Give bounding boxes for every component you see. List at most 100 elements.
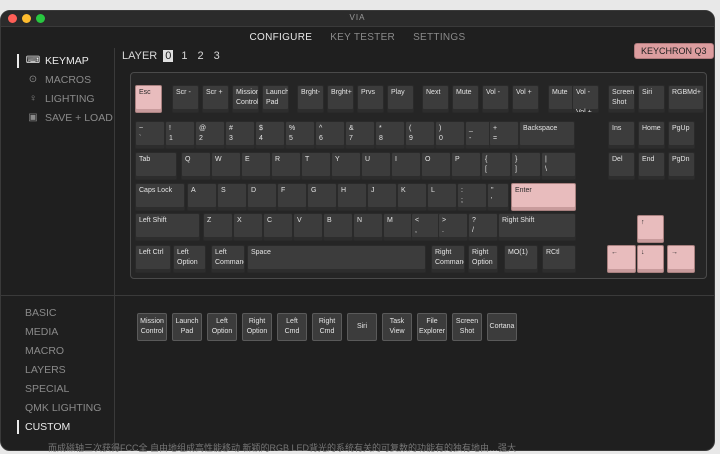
category-basic[interactable]: BASIC: [17, 303, 117, 322]
key-s[interactable]: S: [217, 183, 247, 211]
key-rctl[interactable]: RCtl: [542, 245, 576, 273]
key-scr[interactable]: Scr +: [202, 85, 229, 113]
key-l[interactable]: L: [427, 183, 457, 211]
key-vol-vol[interactable]: Vol - Vol +: [572, 85, 599, 113]
key-g[interactable]: G: [307, 183, 337, 211]
key-j[interactable]: J: [367, 183, 397, 211]
keycode-file-explorer[interactable]: File Explorer: [417, 313, 447, 341]
sidebar-item-keymap[interactable]: ⌨ KEYMAP: [17, 51, 117, 70]
tab-configure[interactable]: CONFIGURE: [250, 32, 313, 43]
category-media[interactable]: MEDIA: [17, 322, 117, 341]
key-siri[interactable]: Siri: [638, 85, 665, 113]
key-space[interactable]: Space: [247, 245, 426, 273]
keycode-siri[interactable]: Siri: [347, 313, 377, 341]
key-symbol[interactable]: →: [667, 245, 695, 273]
key-mission-control[interactable]: Mission Control: [232, 85, 259, 113]
key-8[interactable]: * 8: [375, 121, 405, 149]
key-enter[interactable]: Enter: [511, 183, 576, 211]
key-mute[interactable]: Mute: [452, 85, 479, 113]
key-caps-lock[interactable]: Caps Lock: [135, 183, 185, 211]
key-2[interactable]: @ 2: [195, 121, 225, 149]
key-symbol[interactable]: | \: [541, 152, 576, 180]
key-next[interactable]: Next: [422, 85, 449, 113]
key-scr[interactable]: Scr -: [172, 85, 199, 113]
category-custom[interactable]: CUSTOM: [17, 417, 117, 436]
key-f[interactable]: F: [277, 183, 307, 211]
key-symbol[interactable]: > .: [438, 213, 468, 241]
key-d[interactable]: D: [247, 183, 277, 211]
key-screen-shot[interactable]: Screen Shot: [608, 85, 635, 113]
keycode-cortana[interactable]: Cortana: [487, 313, 517, 341]
key-5[interactable]: % 5: [285, 121, 315, 149]
key-tab[interactable]: Tab: [135, 152, 177, 180]
key-pgup[interactable]: PgUp: [668, 121, 695, 149]
key-home[interactable]: Home: [638, 121, 665, 149]
key-1[interactable]: ! 1: [165, 121, 195, 149]
key-t[interactable]: T: [301, 152, 331, 180]
key-a[interactable]: A: [187, 183, 217, 211]
key-vol[interactable]: Vol -: [482, 85, 509, 113]
key-w[interactable]: W: [211, 152, 241, 180]
category-qmk-lighting[interactable]: QMK LIGHTING: [17, 398, 117, 417]
key-e[interactable]: E: [241, 152, 271, 180]
key-rgbmd[interactable]: RGBMd+: [668, 85, 704, 113]
key-r[interactable]: R: [271, 152, 301, 180]
key-symbol[interactable]: ? /: [468, 213, 498, 241]
key-launch-pad[interactable]: Launch Pad: [262, 85, 289, 113]
key-symbol[interactable]: < ,: [411, 213, 441, 241]
key-0[interactable]: ) 0: [435, 121, 465, 149]
key-y[interactable]: Y: [331, 152, 361, 180]
layer-0-button[interactable]: 0: [163, 50, 174, 62]
key-left-option[interactable]: Left Option: [173, 245, 206, 273]
key-z[interactable]: Z: [203, 213, 233, 241]
key-symbol[interactable]: ↓: [637, 245, 664, 273]
keycode-task-view[interactable]: Task View: [382, 313, 412, 341]
key-o[interactable]: O: [421, 152, 451, 180]
key-7[interactable]: & 7: [345, 121, 375, 149]
layer-1-button[interactable]: 1: [179, 50, 189, 62]
key-pgdn[interactable]: PgDn: [668, 152, 695, 180]
category-macro[interactable]: MACRO: [17, 341, 117, 360]
key-symbol[interactable]: ←: [607, 245, 636, 273]
key-esc[interactable]: Esc: [135, 85, 162, 113]
key-6[interactable]: ^ 6: [315, 121, 345, 149]
key-right-shift[interactable]: Right Shift: [498, 213, 576, 241]
key-p[interactable]: P: [451, 152, 481, 180]
category-special[interactable]: SPECIAL: [17, 379, 117, 398]
tab-settings[interactable]: SETTINGS: [413, 32, 465, 43]
key-mute[interactable]: Mute: [548, 85, 575, 113]
key-vol[interactable]: Vol +: [512, 85, 539, 113]
keycode-left-option[interactable]: Left Option: [207, 313, 237, 341]
key-symbol[interactable]: + =: [489, 121, 519, 149]
sidebar-item-save-load[interactable]: ▣ SAVE + LOAD: [17, 108, 117, 127]
keycode-launch-pad[interactable]: Launch Pad: [172, 313, 202, 341]
sidebar-item-macros[interactable]: ⊙ MACROS: [17, 70, 117, 89]
key-left-command[interactable]: Left Command: [211, 245, 245, 273]
keycode-left-cmd[interactable]: Left Cmd: [277, 313, 307, 341]
layer-3-button[interactable]: 3: [212, 50, 222, 62]
category-layers[interactable]: LAYERS: [17, 360, 117, 379]
key-ins[interactable]: Ins: [608, 121, 635, 149]
keycode-right-option[interactable]: Right Option: [242, 313, 272, 341]
key-v[interactable]: V: [293, 213, 323, 241]
tab-key-tester[interactable]: KEY TESTER: [330, 32, 395, 43]
key-symbol[interactable]: : ;: [457, 183, 487, 211]
key-mo-1[interactable]: MO(1): [504, 245, 538, 273]
key-x[interactable]: X: [233, 213, 263, 241]
key-i[interactable]: I: [391, 152, 421, 180]
key-play[interactable]: Play: [387, 85, 414, 113]
key-q[interactable]: Q: [181, 152, 211, 180]
key-9[interactable]: ( 9: [405, 121, 435, 149]
layer-2-button[interactable]: 2: [196, 50, 206, 62]
keycode-mission-control[interactable]: Mission Control: [137, 313, 167, 341]
key-left-shift[interactable]: Left Shift: [135, 213, 200, 241]
key-backspace[interactable]: Backspace: [519, 121, 575, 149]
key-right-command[interactable]: Right Command: [431, 245, 465, 273]
key-symbol[interactable]: ~ `: [135, 121, 165, 149]
key-h[interactable]: H: [337, 183, 367, 211]
key-b[interactable]: B: [323, 213, 353, 241]
key-prvs[interactable]: Prvs: [357, 85, 384, 113]
keycode-screen-shot[interactable]: Screen Shot: [452, 313, 482, 341]
key-n[interactable]: N: [353, 213, 383, 241]
keycode-right-cmd[interactable]: Right Cmd: [312, 313, 342, 341]
